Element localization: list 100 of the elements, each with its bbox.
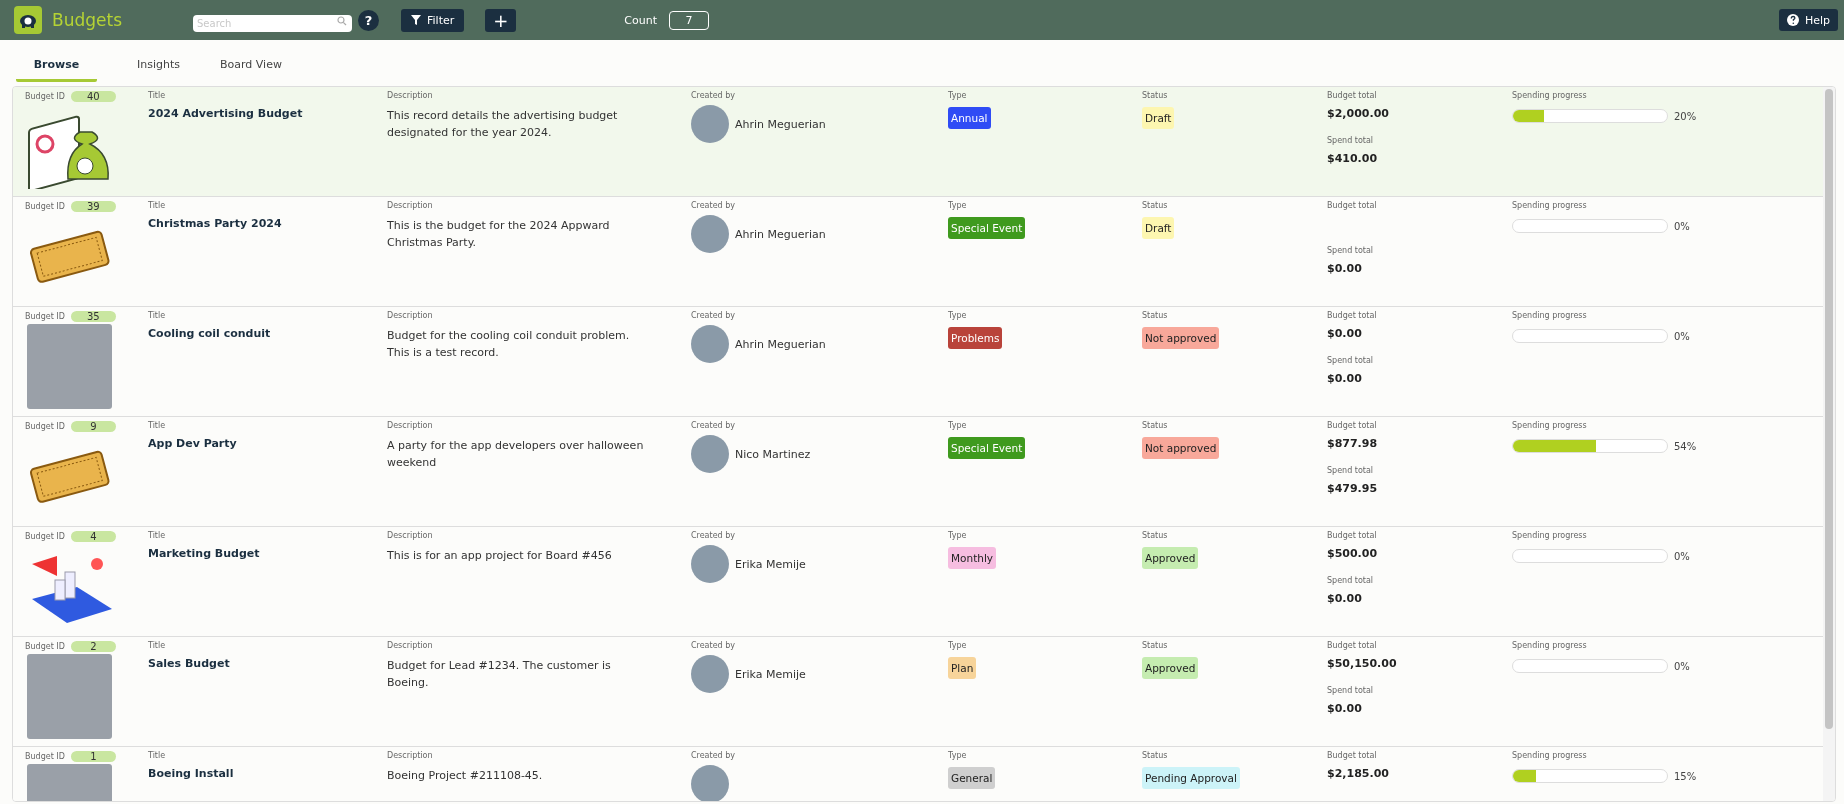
budget-description: Boeing Project #211108-45. xyxy=(387,768,544,784)
field-label: Created by xyxy=(691,421,736,430)
field-label: Budget total xyxy=(1327,751,1378,760)
budget-title: Marketing Budget xyxy=(148,547,261,560)
status-tag: Draft xyxy=(1142,217,1175,239)
progress-percent: 15% xyxy=(1674,770,1697,782)
progress-percent: 0% xyxy=(1674,660,1690,672)
count-value: 7 xyxy=(669,10,709,30)
field-label: Budget total xyxy=(1327,91,1378,100)
field-label: Budget ID xyxy=(25,422,65,431)
type-tag: Special Event xyxy=(948,217,1026,239)
budget-total: $500.00 xyxy=(1327,547,1379,562)
field-label: Type xyxy=(948,641,968,650)
field-label: Budget ID xyxy=(25,642,65,651)
budget-total: $50,150.00 xyxy=(1327,657,1398,672)
field-label: Budget ID xyxy=(25,92,65,101)
field-label: Title xyxy=(148,421,167,430)
type-tag: General xyxy=(948,767,996,789)
field-label: Title xyxy=(148,641,167,650)
field-label: Description xyxy=(387,751,434,760)
field-label: Title xyxy=(148,91,167,100)
field-label: Spend total xyxy=(1327,686,1375,695)
spend-total: $479.95 xyxy=(1327,482,1379,497)
help-button[interactable]: Help xyxy=(1778,9,1838,31)
field-label: Description xyxy=(387,531,434,540)
field-label: Spending progress xyxy=(1512,91,1588,100)
creator-name: Nico Martinez xyxy=(735,447,811,461)
field-label: Status xyxy=(1142,641,1169,650)
field-label: Budget total xyxy=(1327,201,1378,210)
help-button[interactable]: ? xyxy=(358,9,379,31)
field-label: Title xyxy=(148,531,167,540)
field-label: Status xyxy=(1142,201,1169,210)
add-button[interactable]: + xyxy=(485,8,517,32)
field-label: Type xyxy=(948,311,968,320)
budget-id: 39 xyxy=(70,201,116,212)
field-label: Description xyxy=(387,421,434,430)
field-label: Budget total xyxy=(1327,421,1378,430)
field-label: Type xyxy=(948,421,968,430)
field-label: Created by xyxy=(691,641,736,650)
type-tag: Monthly xyxy=(948,547,997,569)
creator-name: Erika Memije xyxy=(735,667,806,681)
budget-description: Budget for Lead #1234. The customer is Boeing. xyxy=(387,658,612,691)
type-tag: Plan xyxy=(948,657,977,679)
spend-total: $0.00 xyxy=(1327,592,1363,607)
budget-title: 2024 Advertising Budget xyxy=(148,107,304,120)
field-label: Spend total xyxy=(1327,356,1375,365)
tab[interactable]: Board View xyxy=(220,50,282,82)
spend-total: $0.00 xyxy=(1327,372,1363,387)
progress-percent: 0% xyxy=(1674,330,1690,342)
budget-id: 40 xyxy=(70,91,116,102)
budget-title: Christmas Party 2024 xyxy=(148,217,283,230)
budget-title: Boeing Install xyxy=(148,767,235,780)
field-label: Budget total xyxy=(1327,641,1378,650)
tab[interactable]: Browse xyxy=(16,50,97,82)
field-label: Status xyxy=(1142,91,1169,100)
spend-total: $0.00 xyxy=(1327,702,1363,717)
field-label: Budget ID xyxy=(25,752,65,761)
status-tag: Not approved xyxy=(1142,437,1220,459)
field-label: Description xyxy=(387,641,434,650)
field-label: Title xyxy=(148,751,167,760)
filter-button[interactable]: Filter xyxy=(401,8,465,32)
creator-name: Erika Memije xyxy=(735,557,806,571)
field-label: Spend total xyxy=(1327,466,1375,475)
spend-total: $0.00 xyxy=(1327,262,1363,277)
budget-id: 2 xyxy=(70,641,116,652)
creator-name: Ahrin Meguerian xyxy=(735,337,826,351)
status-tag: Approved xyxy=(1142,657,1199,679)
field-label: Type xyxy=(948,201,968,210)
budget-title: Sales Budget xyxy=(148,657,231,670)
field-label: Created by xyxy=(691,91,736,100)
budget-title: App Dev Party xyxy=(148,437,238,450)
field-label: Budget ID xyxy=(25,532,65,541)
field-label: Title xyxy=(148,311,167,320)
progress-percent: 54% xyxy=(1674,440,1697,452)
field-label: Status xyxy=(1142,531,1169,540)
budget-description: This is for an app project for Board #456 xyxy=(387,548,613,564)
status-tag: Draft xyxy=(1142,107,1175,129)
field-label: Spend total xyxy=(1327,136,1375,145)
field-label: Budget total xyxy=(1327,311,1378,320)
progress-percent: 0% xyxy=(1674,550,1690,562)
field-label: Status xyxy=(1142,751,1169,760)
budget-description: This is the budget for the 2024 Appward Christmas Party. xyxy=(387,218,611,251)
field-label: Budget total xyxy=(1327,531,1378,540)
field-label: Spending progress xyxy=(1512,751,1588,760)
type-tag: Annual xyxy=(948,107,991,129)
budget-total: $2,185.00 xyxy=(1327,767,1390,782)
spend-total: $410.00 xyxy=(1327,152,1379,167)
budget-total: $2,000.00 xyxy=(1327,107,1390,122)
field-label: Type xyxy=(948,91,968,100)
creator-name: Ahrin Meguerian xyxy=(735,117,826,131)
app-title: Budgets xyxy=(52,10,123,30)
field-label: Status xyxy=(1142,421,1169,430)
field-label: Description xyxy=(387,311,434,320)
field-label: Description xyxy=(387,201,434,210)
field-label: Created by xyxy=(691,751,736,760)
field-label: Created by xyxy=(691,531,736,540)
type-tag: Problems xyxy=(948,327,1003,349)
tab[interactable]: Insights xyxy=(137,50,180,82)
budget-id: 4 xyxy=(70,531,116,542)
field-label: Created by xyxy=(691,201,736,210)
